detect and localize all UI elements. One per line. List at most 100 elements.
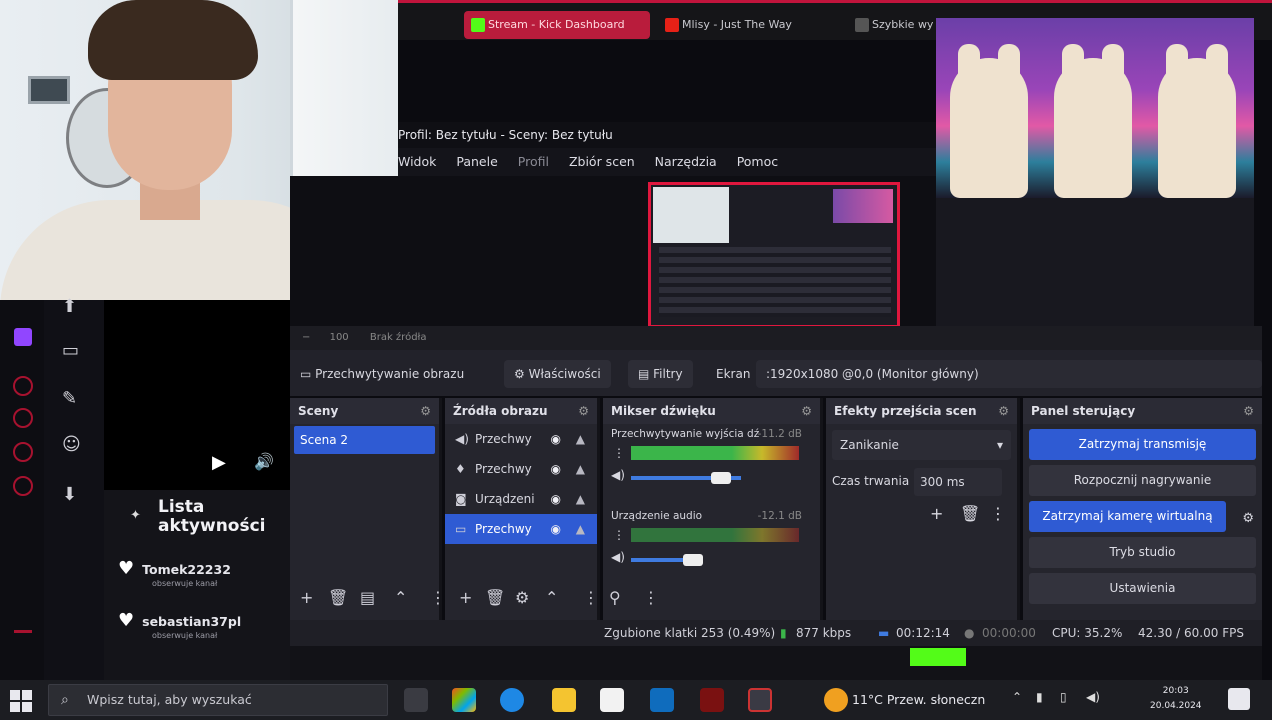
volume-icon[interactable]: 🔊 [254, 452, 274, 471]
edge-icon[interactable] [500, 688, 524, 712]
minus-icon[interactable]: − [302, 332, 310, 343]
weather-text[interactable]: 11°C Przew. słoneczn [852, 688, 985, 712]
download-icon[interactable]: ⬇ [62, 484, 77, 505]
monitor-icon[interactable]: ▭ [62, 340, 79, 361]
network-icon[interactable]: ▯ [1060, 690, 1067, 704]
source-label: Urządzeni [475, 492, 535, 506]
volume-slider-knob[interactable] [711, 472, 731, 484]
stop-virtual-camera-button[interactable]: Zatrzymaj kamerę wirtualną [1029, 501, 1226, 532]
tray-chevron-icon[interactable]: ⌃ [1012, 690, 1022, 704]
scene-item[interactable]: Scena 2 [294, 426, 435, 454]
trash-icon[interactable]: 🗑 [960, 504, 980, 523]
filters-button[interactable]: ▤ Filtry [628, 360, 693, 388]
menu-profil[interactable]: Profil [518, 154, 549, 169]
users-icon[interactable]: ☺ [62, 434, 81, 455]
eye-icon[interactable]: ◉ [551, 424, 561, 454]
source-row[interactable]: ♦ Przechwy ◉ ▲ [445, 454, 597, 484]
pin-icon[interactable]: ✦ [130, 508, 141, 523]
volume-icon[interactable]: ◀) [1086, 690, 1100, 704]
store-icon[interactable] [600, 688, 624, 712]
dock-settings-icon[interactable]: ⚙ [998, 398, 1009, 424]
obs-status-bar: Zgubione klatki 253 (0.49%) ▮ 877 kbps ▬… [290, 620, 1262, 646]
menu-panele[interactable]: Panele [456, 154, 497, 169]
eye-icon[interactable]: ◉ [551, 514, 561, 544]
play-icon[interactable]: ▶ [212, 452, 226, 473]
channel-icon[interactable] [13, 408, 33, 428]
channel-icon[interactable] [13, 442, 33, 462]
link-icon[interactable]: ⚲ [609, 588, 621, 607]
channel-icon[interactable] [13, 376, 33, 396]
lock-icon[interactable]: ▲ [576, 514, 585, 544]
add-icon[interactable]: + [300, 588, 313, 607]
obs-icon[interactable] [748, 688, 772, 712]
track-menu-icon[interactable]: ⋮ [613, 528, 625, 542]
task-view-icon[interactable] [404, 688, 428, 712]
add-icon[interactable]: + [930, 504, 943, 523]
app-red-icon[interactable] [700, 688, 724, 712]
windows-start-icon[interactable] [10, 690, 32, 712]
lock-icon[interactable]: ▲ [576, 484, 585, 514]
transition-select[interactable]: Zanikanie ▾ [832, 430, 1011, 460]
volume-slider-knob[interactable] [683, 554, 703, 566]
properties-label: Właściwości [528, 367, 601, 381]
menu-widok[interactable]: Widok [398, 154, 436, 169]
tab-kick-dashboard[interactable]: Stream - Kick Dashboard [464, 11, 650, 39]
dock-settings-icon[interactable]: ⚙ [1243, 398, 1254, 424]
menu-narzedzia[interactable]: Narzędzia [655, 154, 717, 169]
activity-item[interactable]: ♥ Tomek22232 obserwuje kanał [118, 558, 231, 588]
source-row-selected[interactable]: ▭ Przechwy ◉ ▲ [445, 514, 597, 544]
chevron-down-icon: ▾ [996, 438, 1003, 452]
lock-icon[interactable]: ▲ [576, 424, 585, 454]
up-arrow-icon[interactable]: ⌃ [394, 588, 407, 607]
twitch-icon[interactable] [14, 328, 32, 346]
properties-button[interactable]: ⚙ Właściwości [504, 360, 611, 388]
activity-item[interactable]: ♥ sebastian37pl obserwuje kanał [118, 610, 241, 640]
upload-icon[interactable]: ⬆ [62, 296, 77, 317]
eye-icon[interactable]: ◉ [551, 484, 561, 514]
zoom-value[interactable]: 100 [330, 332, 349, 343]
dock-settings-icon[interactable]: ⚙ [801, 398, 812, 424]
speaker-icon[interactable]: ◀) [611, 550, 625, 564]
app-icon[interactable] [452, 688, 476, 712]
green-button[interactable] [910, 648, 966, 666]
menu-pomoc[interactable]: Pomoc [737, 154, 778, 169]
wrench-icon[interactable]: ✎ [62, 388, 77, 409]
gear-icon[interactable]: ⚙ [515, 588, 529, 607]
duration-input[interactable]: 300 ms [914, 468, 1002, 496]
source-row[interactable]: ◙ Urządzeni ◉ ▲ [445, 484, 597, 514]
settings-button[interactable]: Ustawienia [1029, 573, 1256, 604]
dock-settings-icon[interactable]: ⚙ [578, 398, 589, 424]
start-recording-button[interactable]: Rozpocznij nagrywanie [1029, 465, 1256, 496]
studio-mode-button[interactable]: Tryb studio [1029, 537, 1256, 568]
dock-settings-icon[interactable]: ⚙ [420, 398, 431, 424]
channel-icon[interactable] [13, 476, 33, 496]
display-select[interactable]: :1920x1080 @0,0 (Monitor główny) [756, 360, 1262, 388]
tab-youtube[interactable]: Mlisy - Just The Way [658, 11, 836, 39]
video-player[interactable]: ▶ 🔊 [104, 300, 290, 490]
battery-icon[interactable]: ▮ [1036, 690, 1043, 704]
tab-szybkie[interactable]: Szybkie wy [848, 11, 948, 39]
up-arrow-icon[interactable]: ⌃ [545, 588, 558, 607]
eye-icon[interactable]: ◉ [551, 454, 561, 484]
more-icon[interactable]: ⋮ [990, 504, 1006, 523]
preview-source-capture[interactable] [648, 182, 900, 328]
trash-icon[interactable]: 🗑 [328, 588, 348, 607]
source-row[interactable]: ◀) Przechwy ◉ ▲ [445, 424, 597, 454]
virtual-camera-gear-icon[interactable]: ⚙ [1242, 511, 1254, 526]
more-icon[interactable]: ⋮ [583, 588, 599, 607]
taskbar-clock[interactable]: 20:03 20.04.2024 [1150, 684, 1202, 714]
more-icon[interactable]: ⋮ [430, 588, 446, 607]
stop-stream-button[interactable]: Zatrzymaj transmisję [1029, 429, 1256, 460]
menu-zbior-scen[interactable]: Zbiór scen [569, 154, 635, 169]
explorer-icon[interactable] [552, 688, 576, 712]
speaker-icon[interactable]: ◀) [611, 468, 625, 482]
track-menu-icon[interactable]: ⋮ [613, 446, 625, 460]
add-icon[interactable]: + [459, 588, 472, 607]
lock-icon[interactable]: ▲ [576, 454, 585, 484]
trash-icon[interactable]: 🗑 [485, 588, 505, 607]
mail-icon[interactable] [650, 688, 674, 712]
more-icon[interactable]: ⋮ [643, 588, 659, 607]
taskbar-search-input[interactable]: ⌕ Wpisz tutaj, aby wyszukać [48, 684, 388, 716]
filter-icon[interactable]: ▤ [360, 588, 375, 607]
notifications-icon[interactable] [1228, 688, 1250, 710]
